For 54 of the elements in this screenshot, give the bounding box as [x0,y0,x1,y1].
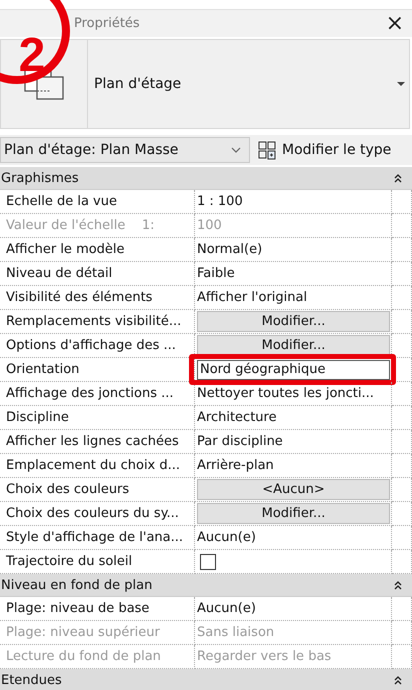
property-label: Niveau de détail [0,262,195,286]
property-label: Emplacement du choix d... [0,454,195,478]
dropdown-arrow-icon [397,82,405,86]
property-button[interactable]: Modifier... [197,311,390,332]
property-button[interactable]: Modifier... [197,335,390,356]
property-label: Orientation [0,358,195,382]
close-button[interactable]: × [384,12,406,34]
chevron-down-icon [231,147,241,153]
property-label: Discipline [0,406,195,430]
property-value: 1 : 100 [197,194,243,209]
dropdown-value: Plan d'étage: Plan Masse [4,142,178,158]
collapse-icon[interactable] [394,173,402,183]
property-button[interactable]: <Aucun> [197,479,390,500]
collapse-icon[interactable] [394,675,402,685]
property-value: Afficher l'original [197,290,308,305]
property-label: Style d'affichage de l'ana... [0,526,195,550]
section-title: Niveau en fond de plan [1,578,152,592]
property-value: Par discipline [197,434,283,449]
window-title: Propriétés [73,16,140,31]
edit-type-button[interactable]: Modifier le type [250,137,412,163]
section-title: Etendues [1,672,62,688]
property-value: Normal(e) [197,242,262,257]
checkbox[interactable] [200,554,216,570]
property-value: Regarder vers le bas [197,649,332,664]
property-label: Options d'affichage des ... [0,334,195,358]
property-label: Afficher les lignes cachées [0,430,195,454]
property-label: Visibilité des éléments [0,286,195,310]
property-value: Nettoyer toutes les joncti... [197,386,374,401]
property-value: Arrière-plan [197,458,274,473]
property-value: Architecture [197,410,277,425]
property-label: Valeur de l'échelle 1: [0,214,195,238]
property-label: Afficher le modèle [0,238,195,262]
collapse-icon[interactable] [394,580,402,590]
section-header[interactable]: Etendues [0,669,412,690]
type-label: Plan d'étage [93,76,182,92]
property-label: Remplacements visibilité... [0,310,195,334]
property-field[interactable]: Nord géographique [197,360,390,380]
section-header[interactable]: Niveau en fond de plan [0,574,412,597]
property-value: Faible [197,266,235,281]
property-value: Sans liaison [197,625,274,640]
property-label: Choix des couleurs du sy... [0,502,195,526]
property-value: Aucun(e) [197,601,256,616]
section-header[interactable]: Graphismes [0,167,412,190]
property-label: Affichage des jonctions ... [0,382,195,406]
view-dropdown[interactable]: Plan d'étage: Plan Masse [0,137,250,163]
type-properties-icon [258,140,276,160]
property-label: Plage: niveau supérieur [0,621,195,645]
property-value: 100 [197,218,222,233]
property-button[interactable]: Modifier... [197,503,390,524]
property-label: Plage: niveau de base [0,597,195,621]
section-title: Graphismes [1,170,79,186]
property-label: Choix des couleurs [0,478,195,502]
property-value: Aucun(e) [197,530,256,545]
property-label: Echelle de la vue [0,190,195,214]
